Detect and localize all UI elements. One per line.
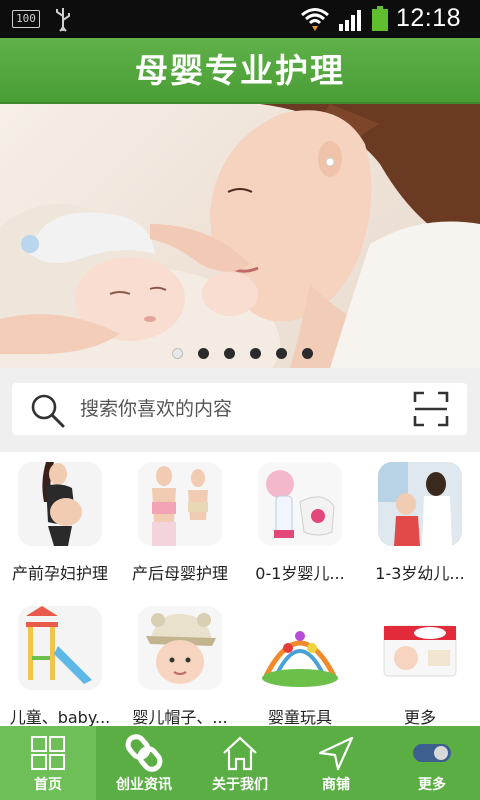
app-header: 母婴专业护理 — [0, 38, 480, 104]
nav-about-us[interactable]: 关于我们 — [192, 726, 288, 800]
clock: 12:18 — [396, 4, 462, 32]
nav-label: 关于我们 — [212, 777, 268, 793]
banner-photo — [0, 104, 480, 368]
category-label: 儿童、baby... — [9, 708, 111, 727]
category-item[interactable]: 0-1岁婴儿... — [240, 452, 360, 586]
nav-business-news[interactable]: 创业资讯 — [96, 726, 192, 800]
usb-icon — [56, 8, 70, 32]
category-label: 0-1岁婴儿... — [255, 564, 345, 583]
search-input[interactable]: 搜索你喜欢的内容 — [12, 383, 467, 435]
category-label: 1-3岁幼儿... — [375, 564, 465, 583]
status-bar: 100 12:18 — [0, 0, 480, 38]
category-item[interactable]: 婴童玩具 — [240, 596, 360, 730]
baby-hat-photo — [138, 606, 222, 690]
carousel-dot-6[interactable] — [302, 348, 313, 359]
nav-home[interactable]: 首页 — [0, 726, 96, 800]
category-item[interactable]: 1-3岁幼儿... — [360, 452, 480, 586]
carousel-dot-1[interactable] — [172, 348, 183, 359]
nav-shops[interactable]: 商铺 — [288, 726, 384, 800]
home-icon — [223, 736, 257, 771]
carousel-dot-4[interactable] — [250, 348, 261, 359]
search-area: 搜索你喜欢的内容 — [0, 368, 480, 452]
nav-label: 商铺 — [322, 777, 350, 793]
banner-carousel[interactable] — [0, 104, 480, 368]
scan-icon[interactable] — [413, 391, 449, 427]
baby-play-gym-photo — [258, 606, 342, 690]
category-item[interactable]: 更多 — [360, 596, 480, 730]
link-icon — [125, 734, 163, 772]
breast-pump-photo — [258, 462, 342, 546]
pregnant-woman-photo — [18, 462, 102, 546]
nav-label: 首页 — [34, 777, 62, 793]
category-item[interactable]: 婴儿帽子、... — [120, 596, 240, 730]
nav-more[interactable]: 更多 — [384, 726, 480, 800]
page-title: 母婴专业护理 — [135, 51, 345, 90]
diaper-pack-photo — [378, 606, 462, 690]
category-label: 产前孕妇护理 — [11, 564, 108, 583]
navigation-icon — [318, 736, 354, 771]
playground-slide-photo — [18, 606, 102, 690]
search-icon[interactable] — [30, 393, 66, 429]
battery-level-badge: 100 — [12, 10, 40, 28]
category-grid: 产前孕妇护理 产后母婴护理 0-1岁婴儿... 1-3岁幼儿... 儿童、bab… — [0, 452, 480, 727]
search-placeholder: 搜索你喜欢的内容 — [80, 398, 233, 420]
battery-icon — [372, 6, 388, 31]
carousel-dot-2[interactable] — [198, 348, 209, 359]
category-item[interactable]: 产前孕妇护理 — [0, 452, 120, 586]
carousel-dot-5[interactable] — [276, 348, 287, 359]
toddler-doctor-photo — [378, 462, 462, 546]
category-label: 婴儿帽子、... — [132, 708, 228, 727]
carousel-dot-3[interactable] — [224, 348, 235, 359]
bottom-navigation: 首页 创业资讯 关于我们 商铺 更多 — [0, 726, 480, 800]
carousel-indicators — [172, 348, 313, 360]
category-label: 产后母婴护理 — [131, 564, 228, 583]
category-label: 婴童玩具 — [267, 708, 332, 727]
category-item[interactable]: 产后母婴护理 — [120, 452, 240, 586]
wifi-icon — [301, 8, 329, 31]
postpartum-women-photo — [138, 462, 222, 546]
nav-label: 更多 — [418, 777, 446, 793]
signal-icon — [339, 10, 361, 31]
toggle-icon — [413, 744, 451, 762]
nav-label: 创业资讯 — [116, 777, 172, 793]
category-label: 更多 — [403, 708, 436, 727]
grid-icon — [31, 736, 65, 770]
category-item[interactable]: 儿童、baby... — [0, 596, 120, 730]
